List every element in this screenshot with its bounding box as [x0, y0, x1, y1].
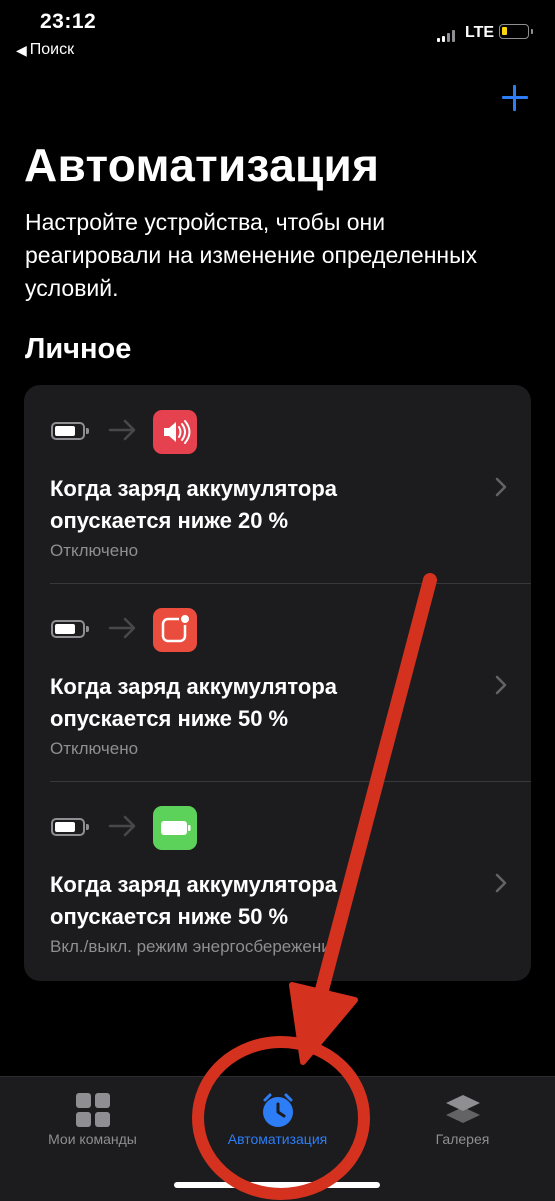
signal-strength-icon: [437, 28, 455, 42]
speaker-icon: [153, 410, 197, 454]
home-indicator[interactable]: [174, 1182, 380, 1188]
automation-status: Отключено: [50, 541, 139, 560]
battery-icon: [153, 806, 197, 850]
arrow-right-icon: [108, 617, 136, 639]
chevron-right-icon: [495, 675, 507, 695]
page-subtitle: Настройте устройства, чтобы они реагиров…: [25, 209, 478, 301]
tab-label: Галерея: [435, 1131, 490, 1147]
back-to-search-link[interactable]: ◀ Поиск: [16, 41, 74, 59]
page-title: Автоматизация: [24, 139, 380, 191]
status-time: 23:12: [40, 10, 97, 33]
arrow-right-icon: [108, 419, 136, 441]
grid-icon: [76, 1093, 110, 1127]
automation-row-3[interactable]: Когда заряд аккумулятора опускается ниже …: [24, 781, 531, 979]
annotation-arrow-head: [289, 982, 358, 1065]
clock-icon: [263, 1093, 293, 1127]
automation-row-1[interactable]: Когда заряд аккумулятора опускается ниже …: [24, 385, 531, 583]
battery-icon: [51, 422, 89, 440]
tab-label: Автоматизация: [227, 1131, 328, 1147]
status-battery-icon: [499, 24, 533, 39]
add-automation-button[interactable]: [500, 83, 530, 113]
layers-icon: [446, 1095, 480, 1123]
chevron-right-icon: [495, 873, 507, 893]
tab-my-shortcuts[interactable]: Мои команды: [0, 1077, 185, 1167]
tab-gallery[interactable]: Галерея: [370, 1077, 555, 1167]
automation-status: Вкл./выкл. режим энергосбережения: [50, 937, 340, 956]
notification-icon: [153, 608, 197, 652]
back-arrow-icon: ◀: [16, 41, 27, 58]
arrow-right-icon: [108, 815, 136, 837]
tab-label: Мои команды: [48, 1131, 137, 1147]
automation-status: Отключено: [50, 739, 139, 758]
battery-icon: [51, 620, 89, 638]
automation-title: Когда заряд аккумулятора опускается ниже …: [50, 674, 337, 731]
section-title-personal: Личное: [25, 333, 132, 365]
tab-automation[interactable]: Автоматизация: [185, 1077, 370, 1167]
status-bar: 23:12 ◀ Поиск LTE: [0, 0, 555, 70]
battery-icon: [51, 818, 89, 836]
automation-row-2[interactable]: Когда заряд аккумулятора опускается ниже …: [24, 583, 531, 781]
network-type: LTE: [465, 24, 495, 41]
automation-title: Когда заряд аккумулятора опускается ниже …: [50, 872, 337, 929]
automations-list: Когда заряд аккумулятора опускается ниже …: [24, 385, 531, 981]
automation-title: Когда заряд аккумулятора опускается ниже …: [50, 476, 337, 533]
back-link-label: Поиск: [29, 41, 75, 58]
chevron-right-icon: [495, 477, 507, 497]
